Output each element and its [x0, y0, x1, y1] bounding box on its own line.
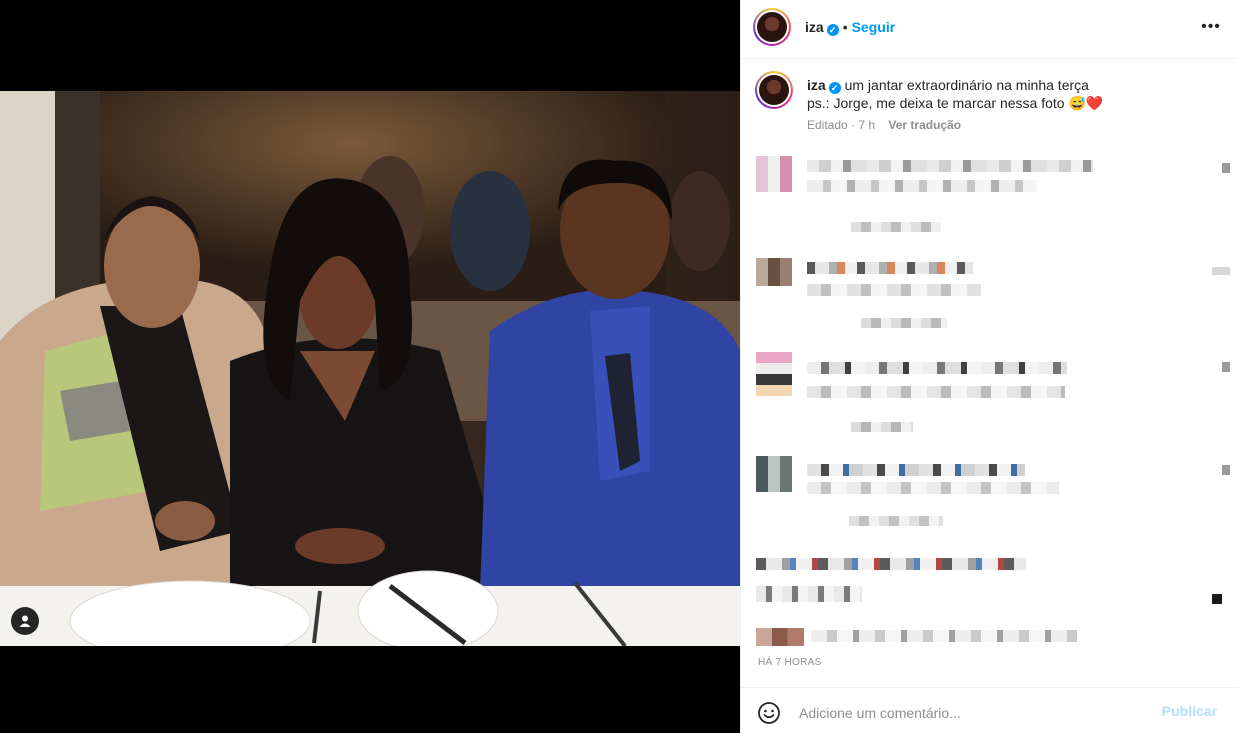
comment-blurred [807, 160, 1093, 172]
comment-blurred [851, 422, 913, 432]
photo-image [0, 91, 740, 646]
comment-like-icon [1222, 362, 1230, 372]
comment-blurred [807, 386, 1065, 398]
comment-like-icon [1222, 465, 1230, 475]
more-options-icon[interactable]: ••• [1201, 18, 1221, 38]
user-tag-button[interactable] [11, 607, 39, 635]
comment-blurred [861, 318, 947, 328]
comment-avatar[interactable] [756, 258, 792, 286]
edited-label: Editado · 7 h [807, 118, 876, 132]
header-user: iza ✓ • Seguir [805, 19, 895, 37]
comment-blurred [807, 284, 981, 296]
caption-emojis: 😅❤️ [1068, 95, 1104, 111]
comment-blurred [807, 362, 1067, 374]
comment-blurred [807, 180, 1037, 192]
comment-like-icon [1212, 267, 1230, 275]
publish-button[interactable]: Publicar [1156, 702, 1223, 720]
caption: iza ✓ um jantar extraordinário na minha t… [807, 76, 1217, 112]
follow-button[interactable]: Seguir [852, 19, 896, 35]
caption-line-1: um jantar extraordinário na minha terça [844, 77, 1089, 93]
comment-blurred [811, 630, 1077, 642]
comment-avatar[interactable] [756, 456, 792, 492]
comment-blurred [807, 482, 1059, 494]
header-username[interactable]: iza [805, 19, 824, 35]
caption-username[interactable]: iza [807, 77, 826, 93]
comment-input[interactable] [797, 702, 1141, 724]
comment-like-icon [1222, 163, 1230, 173]
comment-blurred [851, 222, 941, 232]
verified-badge-icon: ✓ [826, 24, 839, 36]
emoji-icon[interactable] [757, 701, 781, 725]
comment-like-icon [1212, 594, 1222, 604]
comment-blurred [756, 586, 862, 602]
caption-meta: Editado · 7 h Ver tradução [807, 118, 961, 132]
verified-badge-icon: ✓ [828, 82, 841, 94]
comment-composer: Publicar [741, 687, 1238, 734]
comment-avatar[interactable] [756, 628, 804, 646]
separator-dot: • [842, 19, 848, 35]
avatar[interactable] [753, 8, 791, 46]
comment-avatar[interactable] [756, 156, 792, 192]
post-photo[interactable] [0, 91, 740, 646]
comment-blurred [807, 262, 973, 274]
caption-avatar[interactable] [755, 71, 793, 109]
user-tag-icon [19, 615, 31, 627]
post-media [0, 0, 740, 733]
post-sidebar: iza ✓ • Seguir ••• iza ✓ um jantar extraordi… [740, 0, 1238, 733]
post-timestamp: HÁ 7 HORAS [758, 657, 822, 668]
caption-line-2: ps.: Jorge, me deixa te marcar nessa fot… [807, 95, 1065, 111]
comment-avatar[interactable] [756, 352, 792, 396]
comment-blurred [849, 516, 943, 526]
comment-blurred [807, 464, 1025, 476]
comment-blurred [756, 558, 1026, 570]
translate-link[interactable]: Ver tradução [888, 118, 961, 132]
post-header: iza ✓ • Seguir ••• [741, 0, 1238, 59]
